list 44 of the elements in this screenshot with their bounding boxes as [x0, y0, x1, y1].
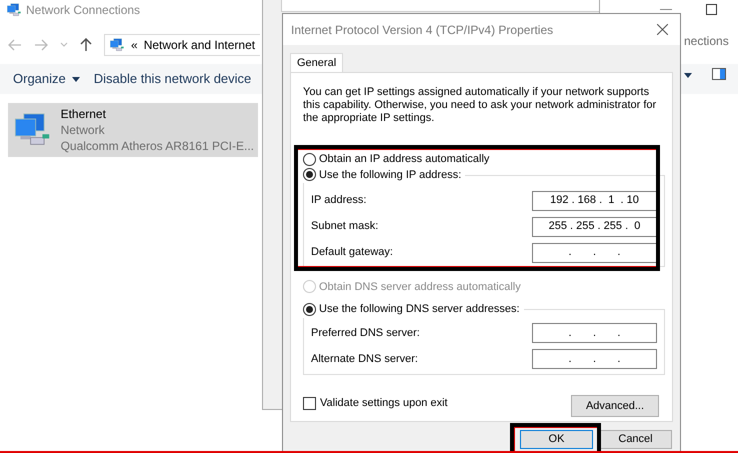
radio-label: Obtain an IP address automatically — [319, 152, 490, 167]
dropdown-caret-icon — [72, 76, 80, 82]
ip-address-field[interactable]: . . . — [532, 349, 657, 369]
radio-label: Use the following DNS server addresses: — [319, 302, 520, 317]
checkbox-label: Validate settings upon exit — [320, 396, 448, 411]
network-folder-icon — [109, 37, 125, 53]
tab[interactable]: General — [290, 53, 344, 72]
close-icon[interactable] — [657, 24, 668, 35]
radio-label: Obtain DNS server address automatically — [319, 280, 521, 294]
ip-address-field[interactable]: . . . — [532, 242, 657, 262]
up-arrow-icon[interactable] — [80, 38, 92, 52]
dialog-button[interactable]: Cancel — [599, 430, 672, 449]
breadcrumb-item[interactable]: Network and Internet — [144, 36, 256, 54]
maximize-icon[interactable] — [706, 4, 717, 15]
description-text: You can get IP settings assigned automatically if your network supports this capability. Otherwise, you need to ask your network administrator for the appropriate IP settings. — [303, 86, 658, 125]
field-label: Subnet mask: — [311, 219, 378, 234]
toolbar-button[interactable]: Organize — [13, 69, 80, 89]
address-bar[interactable]: « Network and Internet — [104, 34, 260, 56]
dialog-title: Internet Protocol Version 4 (TCP/IPv4) Properties — [291, 22, 554, 38]
toolbar-button[interactable]: Disable this network device — [94, 69, 252, 89]
checkbox[interactable] — [303, 396, 316, 410]
connection-device: Qualcomm Atheros AR8161 PCI-E... — [60, 138, 254, 154]
connection-name: Ethernet — [60, 106, 107, 122]
breadcrumb-chevron: « — [131, 37, 138, 54]
dropdown-caret-icon[interactable] — [684, 73, 692, 78]
preview-pane-icon[interactable] — [712, 68, 726, 80]
dialog-button[interactable]: OK — [520, 430, 593, 449]
field-label: IP address: — [311, 193, 366, 208]
ip-address-field[interactable]: 255 . 255 . 255 . 0 — [532, 216, 657, 236]
network-folder-icon — [6, 2, 22, 18]
radio-button[interactable] — [303, 168, 316, 182]
field-label: Alternate DNS server: — [311, 352, 418, 367]
radio-button[interactable] — [303, 302, 316, 316]
radio-button[interactable] — [303, 152, 316, 166]
network-connection-item[interactable]: Ethernet Network Qualcomm Atheros AR8161 PCI-E... — [8, 103, 258, 157]
connection-status: Network — [60, 122, 106, 138]
field-label: Preferred DNS server: — [311, 326, 420, 341]
ip-address-field[interactable]: . . . — [532, 323, 657, 343]
ip-address-field[interactable]: 192 . 168 . 1 . 10 — [532, 190, 657, 210]
field-label: Default gateway: — [311, 245, 393, 260]
advanced-button[interactable]: Advanced... — [571, 395, 659, 417]
radio-label: Use the following IP address: — [319, 168, 462, 182]
search-field[interactable]: nections — [684, 30, 738, 52]
window-title: Network Connections — [26, 2, 140, 19]
